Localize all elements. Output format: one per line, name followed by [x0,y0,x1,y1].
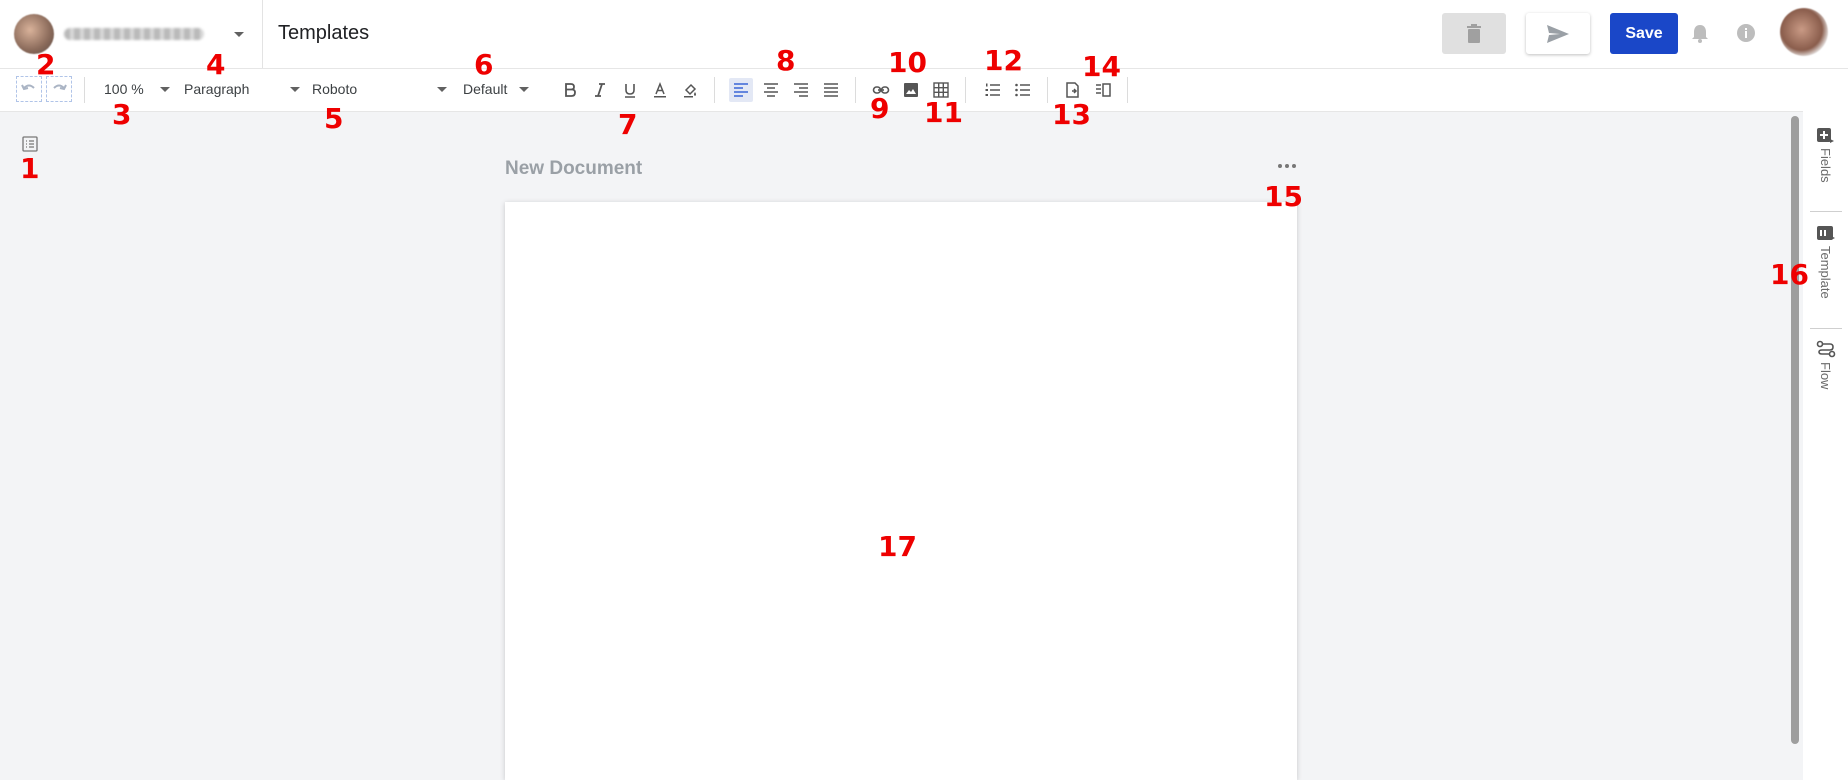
redo-icon [53,84,67,91]
columns-icon [1096,83,1111,97]
align-center-icon [764,83,778,97]
block-style-value: Paragraph [184,81,250,97]
sidebar-divider [1810,211,1842,212]
bold-button[interactable] [558,78,582,102]
annotation-label: 14 [1082,50,1121,83]
align-right-icon [794,83,808,97]
underline-button[interactable] [618,78,642,102]
annotation-label: 7 [618,108,638,141]
tab-template[interactable]: Template [1803,224,1848,299]
bullet-list-button[interactable] [1011,78,1035,102]
annotation-label: 3 [112,98,132,131]
annotation-label: 5 [324,102,344,135]
annotation-label: 8 [776,44,796,77]
undo-icon [21,84,35,91]
annotation-label: 1 [20,152,40,185]
annotation-label: 10 [888,46,927,79]
sidebar-divider [1810,328,1842,329]
numbered-list-button[interactable] [981,78,1005,102]
chevron-down-icon [160,87,170,92]
annotation-label: 9 [870,92,890,125]
font-family-select[interactable]: Roboto [312,81,448,101]
save-button[interactable]: Save [1610,13,1678,54]
align-left-button[interactable] [729,78,753,102]
flow-icon [1816,340,1835,358]
justify-icon [824,83,838,97]
bullet-list-icon [1015,83,1030,97]
font-size-select[interactable]: Default [463,81,533,101]
outline-icon [22,136,38,152]
toolbar-divider [1047,77,1048,103]
annotation-label: 4 [206,48,226,81]
zoom-value: 100 % [104,81,144,97]
document-more-options-button[interactable] [1278,160,1298,172]
organization-name-blurred [64,28,204,40]
toolbar-divider [714,77,715,103]
text-color-button[interactable] [648,78,672,102]
chevron-down-icon [290,87,300,92]
insert-image-button[interactable] [899,78,923,102]
toolbar-divider [855,77,856,103]
template-icon [1816,226,1835,240]
chevron-down-icon [519,87,529,92]
bell-icon[interactable] [1690,23,1710,45]
justify-button[interactable] [819,78,843,102]
italic-button[interactable] [588,78,612,102]
header-divider [262,0,263,68]
dot-icon [1285,164,1289,168]
add-field-icon [1816,128,1834,143]
tab-flow[interactable]: Flow [1803,340,1848,389]
align-left-icon [734,83,748,97]
chevron-down-icon [437,87,447,92]
numbered-list-icon [985,83,1000,96]
trash-icon [1467,24,1481,43]
highlight-icon [684,83,697,98]
vertical-scrollbar[interactable] [1791,116,1799,744]
tab-fields-label: Fields [1818,148,1833,183]
annotation-label: 11 [924,96,963,129]
text-color-icon [654,81,666,98]
info-icon[interactable] [1736,23,1756,43]
annotation-label: 15 [1264,180,1303,213]
highlight-button[interactable] [678,78,702,102]
send-button[interactable] [1526,13,1590,54]
annotation-label: 6 [474,48,494,81]
user-avatar[interactable] [1780,8,1828,56]
annotation-label: 13 [1052,98,1091,131]
delete-button[interactable] [1442,13,1506,54]
font-family-value: Roboto [312,81,358,97]
toolbar-divider [84,77,85,103]
document-field-icon [1066,82,1079,98]
annotation-label: 16 [1770,258,1809,291]
dot-icon [1292,164,1296,168]
tab-template-label: Template [1818,246,1833,299]
dot-icon [1278,164,1282,168]
block-style-select[interactable]: Paragraph [184,81,302,101]
toolbar-divider [1127,77,1128,103]
font-size-value: Default [463,81,508,97]
underline-icon [625,84,635,98]
annotation-label: 12 [984,44,1023,77]
tab-fields[interactable]: Fields [1803,126,1848,183]
send-icon [1547,25,1569,43]
page-title: Templates [278,22,370,44]
document-title[interactable]: New Document [505,158,642,180]
italic-icon [595,83,605,97]
align-right-button[interactable] [789,78,813,102]
align-center-button[interactable] [759,78,783,102]
document-page-editor[interactable] [505,202,1297,780]
annotation-label: 2 [36,48,56,81]
chevron-down-icon [234,32,244,37]
annotation-label: 17 [878,530,917,563]
tab-flow-label: Flow [1818,362,1833,390]
bold-icon [565,83,576,97]
toolbar-divider [965,77,966,103]
image-icon [904,83,918,97]
